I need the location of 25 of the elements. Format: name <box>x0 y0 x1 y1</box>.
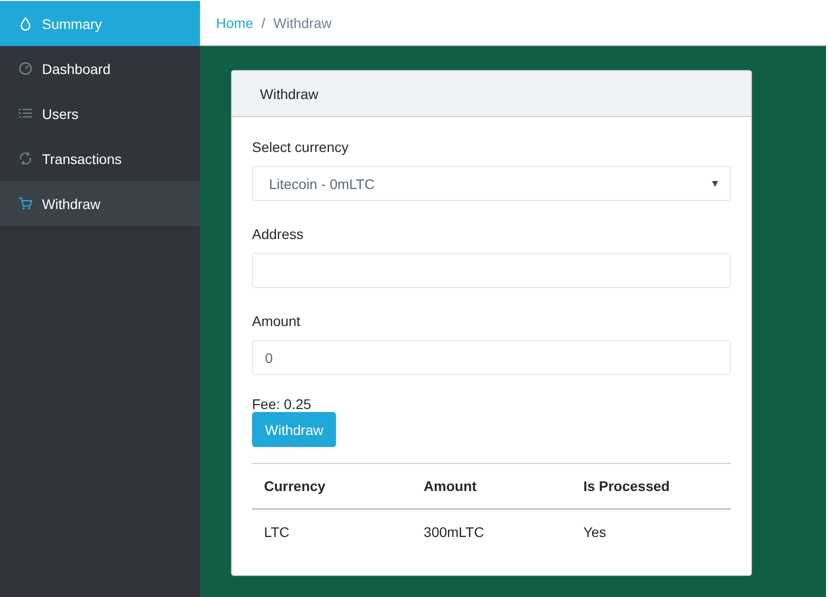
breadcrumb-current: Withdraw <box>273 15 332 31</box>
sidebar-item[interactable]: Users <box>0 91 200 136</box>
refresh-icon <box>18 151 33 166</box>
field-label: Select currency <box>252 139 350 155</box>
amount-input[interactable]: 0 <box>252 340 731 375</box>
table-cell: 300mLTC <box>412 509 572 554</box>
drop-icon <box>18 16 33 31</box>
currency-select[interactable]: Litecoin - 0mLTC <box>252 166 731 201</box>
breadcrumb-separator: / <box>261 15 266 31</box>
column-header: Currency <box>252 464 412 509</box>
fee-text: Fee: 0.25 <box>252 396 312 412</box>
field-label: Amount <box>252 313 302 329</box>
sidebar-item[interactable]: Transactions <box>0 136 200 181</box>
sidebar-item[interactable]: Dashboard <box>0 46 200 91</box>
column-header: Amount <box>412 464 572 509</box>
card-header: Withdraw <box>232 71 751 117</box>
field-label: Address <box>252 226 304 242</box>
cart-icon <box>18 196 33 211</box>
table-cell: LTC <box>252 509 412 554</box>
address-input[interactable] <box>252 253 731 288</box>
column-header: Is Processed <box>571 464 731 509</box>
sidebar-item[interactable]: Withdraw <box>0 181 200 226</box>
caret-icon <box>712 180 718 186</box>
table-cell: Yes <box>571 509 731 554</box>
gauge-icon <box>18 61 33 76</box>
